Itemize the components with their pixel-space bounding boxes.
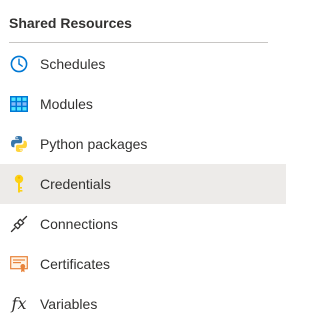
nav-item-label: Certificates: [40, 256, 111, 272]
python-icon: [9, 134, 29, 154]
fx-icon: fx: [9, 294, 29, 314]
shared-resources-nav: Schedules Modules Python packages Creden…: [0, 44, 286, 324]
nav-item-label: Python packages: [40, 136, 148, 152]
certificate-icon: [9, 254, 29, 274]
clock-icon: [9, 54, 29, 74]
nav-item-connections[interactable]: Connections: [0, 204, 286, 244]
nav-item-label: Schedules: [40, 56, 106, 72]
nav-item-certificates[interactable]: Certificates: [0, 244, 286, 284]
modules-grid-icon: [9, 94, 29, 114]
nav-item-label: Modules: [40, 96, 93, 112]
nav-item-label: Credentials: [40, 176, 111, 192]
section-title: Shared Resources: [9, 15, 132, 31]
plug-icon: [9, 214, 29, 234]
section-divider: [9, 42, 268, 43]
nav-item-label: Connections: [40, 216, 118, 232]
nav-item-credentials[interactable]: Credentials: [0, 164, 286, 204]
fx-icon-glyph: fx: [11, 294, 27, 313]
nav-item-variables[interactable]: fx Variables: [0, 284, 286, 324]
key-icon: [9, 174, 29, 194]
nav-item-label: Variables: [40, 296, 98, 312]
nav-item-modules[interactable]: Modules: [0, 84, 286, 124]
nav-item-python-packages[interactable]: Python packages: [0, 124, 286, 164]
nav-item-schedules[interactable]: Schedules: [0, 44, 286, 84]
shared-resources-panel: Shared Resources Schedules Modules Pytho…: [0, 0, 286, 331]
